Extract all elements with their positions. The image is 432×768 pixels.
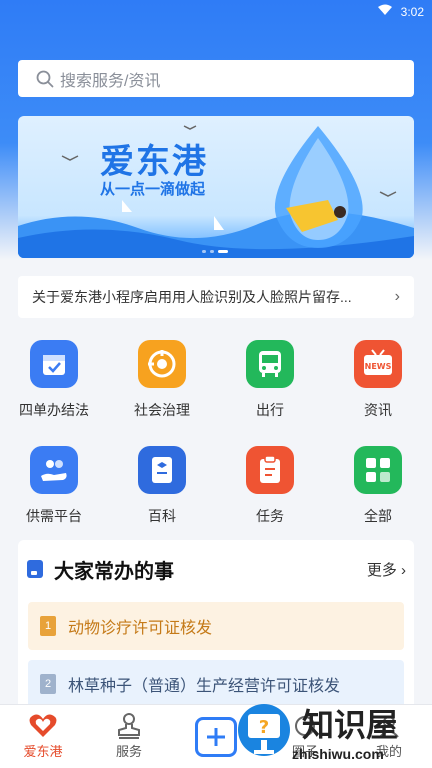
- task-label: 动物诊疗许可证核发: [68, 620, 213, 637]
- banner-brand: 爱东港: [100, 143, 208, 181]
- notice-bar[interactable]: 关于爱东港小程序启用用人脸识别及人脸照片留存... ›: [18, 276, 414, 318]
- grid-item-four-orders[interactable]: 四单办结法: [0, 340, 108, 420]
- section-title: 大家常办的事: [54, 560, 174, 583]
- clipboard-icon: [246, 446, 294, 494]
- banner-pager: [202, 250, 228, 253]
- watermark-url: zhishiwu.com: [292, 746, 384, 762]
- rank-badge: 2: [40, 674, 56, 694]
- tab-services[interactable]: 服务: [86, 711, 172, 760]
- promo-banner[interactable]: 爱东港 从一点一滴做起: [18, 116, 414, 258]
- grid-item-encyclopedia[interactable]: 百科: [108, 446, 216, 526]
- chevron-right-icon: ›: [394, 288, 400, 305]
- rank-badge: 1: [40, 616, 56, 636]
- grid-item-label: 供需平台: [26, 508, 82, 524]
- stamp-icon: [86, 711, 172, 741]
- status-bar: 3:02: [0, 0, 432, 24]
- grid-item-label: 出行: [256, 402, 284, 418]
- pager-dot-active: [218, 250, 228, 253]
- grid-item-all[interactable]: 全部: [324, 446, 432, 526]
- grid-item-travel[interactable]: 出行: [216, 340, 324, 420]
- notice-text: 关于爱东港小程序启用用人脸识别及人脸照片留存...: [32, 289, 352, 305]
- bus-icon: [246, 340, 294, 388]
- tab-label: 服务: [115, 744, 142, 759]
- hand-people-icon: [30, 446, 78, 494]
- grid-item-supply-demand[interactable]: 供需平台: [0, 446, 108, 526]
- all-apps-icon: [354, 446, 402, 494]
- grid-item-label: 百科: [148, 508, 176, 524]
- common-tasks-section: 大家常办的事 更多 › 1 动物诊疗许可证核发 2 林草种子（普通）生产经营许可…: [18, 540, 414, 720]
- news-tv-icon: NEWS: [354, 340, 402, 388]
- watermark-logo-icon: ?: [238, 704, 290, 756]
- plus-icon: [207, 728, 225, 746]
- more-link[interactable]: 更多 ›: [367, 559, 406, 580]
- watermark: ? 知识屋 zhishiwu.com: [234, 700, 432, 768]
- grid-item-social-governance[interactable]: 社会治理: [108, 340, 216, 420]
- watermark-text: 知识屋: [302, 707, 399, 743]
- pager-dot: [210, 250, 214, 253]
- task-item[interactable]: 1 动物诊疗许可证核发: [28, 602, 404, 650]
- tab-home[interactable]: 爱东港: [0, 711, 86, 760]
- grid-item-label: 全部: [364, 508, 392, 524]
- grid-item-label: 四单办结法: [19, 402, 89, 418]
- search-icon: [36, 70, 54, 87]
- pager-dot: [202, 250, 206, 253]
- search-placeholder: 搜索服务/资讯: [60, 72, 161, 90]
- wifi-icon: [378, 4, 392, 19]
- grid-item-news[interactable]: NEWS 资讯: [324, 340, 432, 420]
- tab-label: 爱东港: [23, 744, 63, 759]
- calendar-check-icon: [30, 340, 78, 388]
- section-book-icon: [27, 560, 43, 578]
- target-icon: [138, 340, 186, 388]
- grid-item-label: 任务: [256, 508, 284, 524]
- svg-text:NEWS: NEWS: [365, 362, 392, 371]
- search-input[interactable]: 搜索服务/资讯: [18, 60, 414, 97]
- svg-text:?: ?: [259, 717, 269, 738]
- status-time: 3:02: [400, 5, 424, 19]
- section-header: 大家常办的事 更多 ›: [26, 554, 406, 584]
- heart-icon: [0, 711, 86, 741]
- grid-item-label: 资讯: [364, 402, 392, 418]
- grid-item-label: 社会治理: [134, 402, 190, 418]
- banner-slogan: 从一点一滴做起: [100, 181, 206, 198]
- task-label: 林草种子（普通）生产经营许可证核发: [68, 678, 341, 695]
- book-icon: [138, 446, 186, 494]
- banner-illustration: [18, 125, 414, 258]
- grid-item-tasks[interactable]: 任务: [216, 446, 324, 526]
- plus-button[interactable]: [195, 717, 237, 757]
